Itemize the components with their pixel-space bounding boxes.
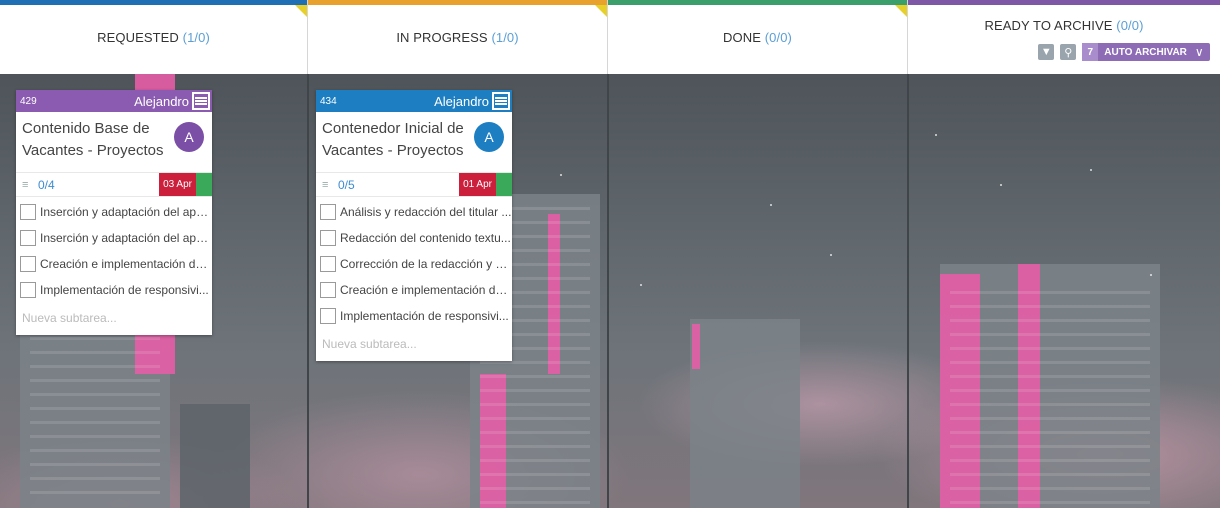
subtask-text[interactable]: Creación e implementación de ... [40,257,212,271]
card-assignee[interactable]: Alejandro [134,94,189,109]
task-card[interactable]: 434 Alejandro Contenedor Inicial de Vaca… [316,90,512,361]
chevron-down-icon: ∨ [1194,45,1204,59]
due-date-badge[interactable]: 01 Apr [459,173,496,196]
column-divider [907,74,909,508]
subtask-item: Inserción y adaptación del apa... [16,225,212,251]
status-color-strip [496,173,512,196]
auto-archive-count: 7 [1082,43,1099,61]
subtask-checkbox[interactable] [20,230,36,246]
column-title-text: REQUESTED [97,29,179,45]
column-header-done[interactable]: DONE (0/0) [608,0,908,74]
subtask-item: Creación e implementación de ... [316,277,512,303]
column-title-text: IN PROGRESS [396,29,488,45]
subtask-text[interactable]: Implementación de responsivi... [40,283,209,297]
card-id: 429 [20,95,37,107]
card-title[interactable]: Contenido Base de Vacantes - Proyectos [22,118,172,162]
column-color-bar [908,0,1220,5]
column-title-text: READY TO ARCHIVE [984,18,1113,33]
subtask-text[interactable]: Implementación de responsivi... [340,309,509,323]
subtask-text[interactable]: Inserción y adaptación del apa... [40,205,212,219]
column-corner-marker [595,5,607,17]
archive-toolbar: ▼ ⚲ 7 AUTO ARCHIVAR ∨ [1038,43,1210,61]
subtasks-icon: ≡ [22,178,29,191]
subtask-item: Análisis y redacción del titular ... [316,199,512,225]
card-body: Contenedor Inicial de Vacantes - Proyect… [316,112,512,172]
column-color-bar [0,0,307,5]
subtask-text[interactable]: Corrección de la redacción y or... [340,257,512,271]
auto-archive-label: AUTO ARCHIVAR [1104,46,1187,58]
subtask-item: Implementación de responsivi... [16,277,212,303]
subtask-checkbox[interactable] [320,282,336,298]
arrow-down-icon[interactable]: ▼ [1038,44,1055,60]
column-title: REQUESTED (1/0) [97,30,210,45]
column-corner-marker [895,5,907,17]
subtask-checkbox[interactable] [20,256,36,272]
subtask-checkbox[interactable] [20,282,36,298]
card-id: 434 [320,95,337,107]
subtask-checkbox[interactable] [320,204,336,220]
card-title[interactable]: Contenedor Inicial de Vacantes - Proyect… [322,118,472,162]
subtask-item: Redacción del contenido textu... [316,225,512,251]
subtask-text[interactable]: Creación e implementación de ... [340,283,512,297]
column-color-bar [608,0,907,5]
card-assignee[interactable]: Alejandro [434,94,489,109]
card-header: 434 Alejandro [316,90,512,112]
subtask-count[interactable]: 0/4 [38,178,55,192]
status-color-strip [196,173,212,196]
column-divider [307,74,309,508]
column-title: IN PROGRESS (1/0) [396,30,518,45]
board-header: REQUESTED (1/0) IN PROGRESS (1/0) DONE (… [0,0,1220,74]
search-icon[interactable]: ⚲ [1060,44,1077,60]
column-corner-marker [295,5,307,17]
subtask-item: Inserción y adaptación del apa... [16,199,212,225]
card-meta: ≡ 0/4 03 Apr [16,172,212,196]
task-card[interactable]: 429 Alejandro Contenido Base de Vacantes… [16,90,212,335]
column-title-text: DONE [723,29,761,45]
card-header: 429 Alejandro [16,90,212,112]
subtask-list: Análisis y redacción del titular ... Red… [316,196,512,361]
column-count: (1/0) [182,29,210,45]
subtask-list: Inserción y adaptación del apa... Inserc… [16,196,212,335]
menu-icon[interactable] [192,92,210,110]
column-count: (0/0) [764,29,792,45]
column-header-requested[interactable]: REQUESTED (1/0) [0,0,308,74]
subtask-count[interactable]: 0/5 [338,178,355,192]
column-header-ready-to-archive[interactable]: READY TO ARCHIVE (0/0) ▼ ⚲ 7 AUTO ARCHIV… [908,0,1220,74]
subtask-item: Creación e implementación de ... [16,251,212,277]
menu-icon[interactable] [492,92,510,110]
card-body: Contenido Base de Vacantes - Proyectos A [16,112,212,172]
subtask-checkbox[interactable] [20,204,36,220]
column-divider [607,74,609,508]
column-count: (1/0) [491,29,519,45]
column-count: (0/0) [1116,18,1144,33]
due-date-badge[interactable]: 03 Apr [159,173,196,196]
subtask-checkbox[interactable] [320,230,336,246]
subtask-text[interactable]: Redacción del contenido textu... [340,231,511,245]
subtask-checkbox[interactable] [320,256,336,272]
subtask-checkbox[interactable] [320,308,336,324]
column-title: READY TO ARCHIVE (0/0) [985,18,1144,33]
subtask-text[interactable]: Análisis y redacción del titular ... [340,205,511,219]
column-title: DONE (0/0) [723,30,792,45]
column-header-in-progress[interactable]: IN PROGRESS (1/0) [308,0,608,74]
subtask-item: Implementación de responsivi... [316,303,512,329]
subtask-item: Corrección de la redacción y or... [316,251,512,277]
avatar[interactable]: A [474,122,504,152]
subtask-text[interactable]: Inserción y adaptación del apa... [40,231,212,245]
new-subtask-input[interactable]: Nueva subtarea... [316,329,512,361]
column-color-bar [308,0,607,5]
card-meta: ≡ 0/5 01 Apr [316,172,512,196]
auto-archive-button[interactable]: 7 AUTO ARCHIVAR ∨ [1082,43,1210,61]
avatar[interactable]: A [174,122,204,152]
subtasks-icon: ≡ [322,178,329,191]
new-subtask-input[interactable]: Nueva subtarea... [16,303,212,335]
